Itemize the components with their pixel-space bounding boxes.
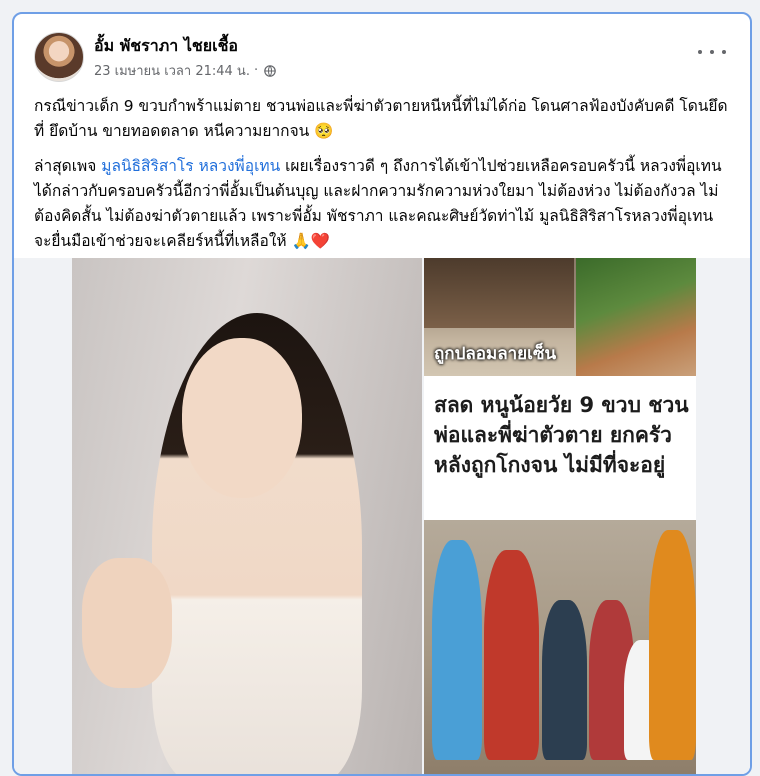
person-figure bbox=[484, 550, 539, 760]
collage-house-photo: ถูกปลอมลายเซ็น bbox=[424, 258, 696, 376]
post-text: กรณีข่าวเด็ก 9 ขวบกำพร้าแม่ตาย ชวนพ่อและ… bbox=[34, 94, 734, 264]
collage-headline: สลด หนูน้อยวัย 9 ขวบ ชวนพ่อและพี่ฆ่าตัวต… bbox=[434, 393, 689, 477]
post-date[interactable]: 23 เมษายน เวลา 21:44 น. bbox=[94, 60, 250, 81]
collage-group-photo bbox=[424, 520, 696, 774]
post-photos[interactable]: ถูกปลอมลายเซ็น สลด หนูน้อยวัย 9 ขวบ ชวนพ… bbox=[14, 258, 750, 774]
page-mention-link[interactable]: มูลนิธิสิริสาโร หลวงพี่อุเทน bbox=[101, 157, 280, 175]
post-meta: 23 เมษายน เวลา 21:44 น. · bbox=[94, 60, 276, 81]
pleading-face-emoji: 🥺 bbox=[314, 122, 334, 140]
collage-caption: ถูกปลอมลายเซ็น bbox=[434, 344, 557, 364]
paragraph-1-text: กรณีข่าวเด็ก 9 ขวบกำพร้าแม่ตาย ชวนพ่อและ… bbox=[34, 97, 728, 140]
post-header: อั้ม พัชราภา ไชยเชื้อ 23 เมษายน เวลา 21:… bbox=[34, 32, 734, 84]
author-name[interactable]: อั้ม พัชราภา ไชยเชื้อ bbox=[94, 34, 238, 59]
post-card: อั้ม พัชราภา ไชยเชื้อ 23 เมษายน เวลา 21:… bbox=[12, 12, 752, 776]
photo-news-collage[interactable]: ถูกปลอมลายเซ็น สลด หนูน้อยวัย 9 ขวบ ชวนพ… bbox=[424, 258, 696, 774]
post-paragraph-1: กรณีข่าวเด็ก 9 ขวบกำพร้าแม่ตาย ชวนพ่อและ… bbox=[34, 94, 734, 144]
post-paragraph-2: ล่าสุดเพจ มูลนิธิสิริสาโร หลวงพี่อุเทน เ… bbox=[34, 154, 734, 254]
collage-hut bbox=[424, 258, 574, 328]
pray-heart-emoji: 🙏❤️ bbox=[291, 232, 331, 250]
portrait-hand bbox=[82, 558, 172, 688]
paragraph-2-prefix: ล่าสุดเพจ bbox=[34, 157, 102, 175]
person-figure bbox=[649, 530, 696, 760]
globe-icon bbox=[264, 64, 276, 77]
portrait-face bbox=[182, 338, 302, 498]
meta-separator: · bbox=[253, 63, 259, 78]
more-options-icon[interactable] bbox=[698, 42, 726, 62]
person-figure bbox=[542, 600, 587, 760]
avatar[interactable] bbox=[34, 32, 84, 82]
person-figure bbox=[432, 540, 482, 760]
photo-portrait[interactable] bbox=[72, 258, 422, 774]
collage-hill bbox=[576, 258, 696, 376]
